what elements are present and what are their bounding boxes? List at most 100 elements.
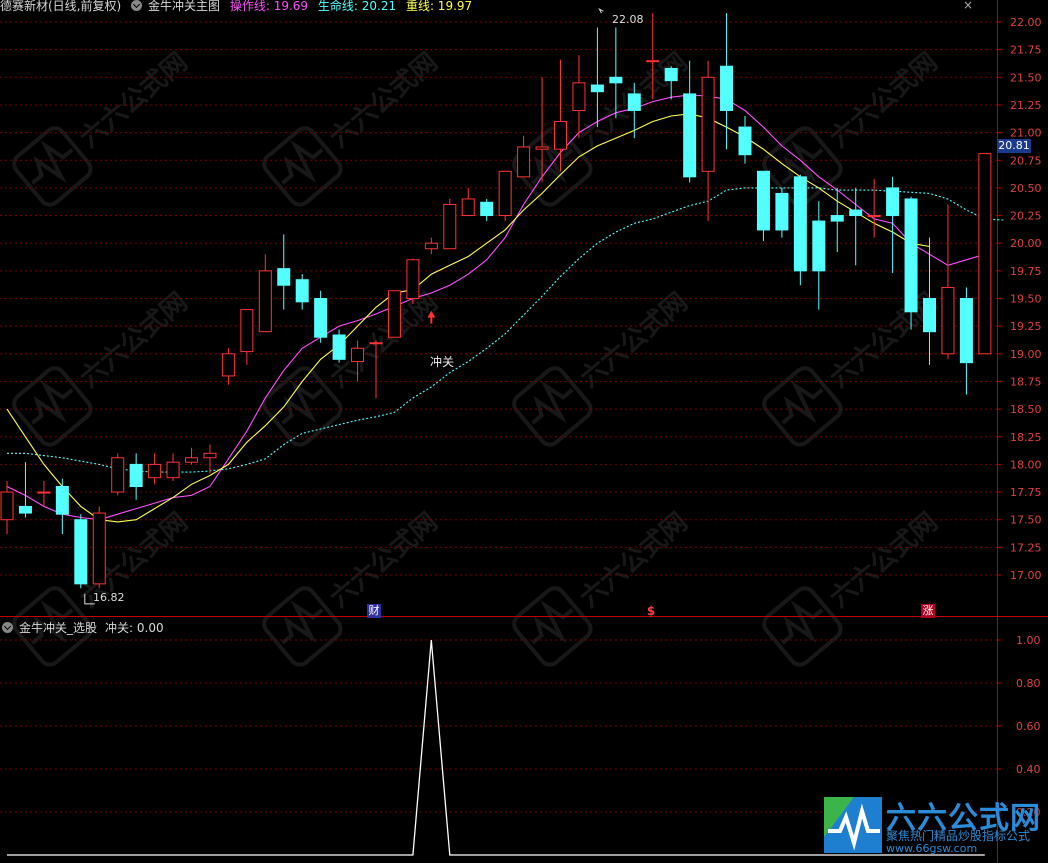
logo-icon xyxy=(824,797,882,853)
tick-label: 18.75 xyxy=(1010,375,1042,388)
candle xyxy=(406,258,420,305)
candle-body xyxy=(129,463,143,488)
candle-body xyxy=(498,170,512,217)
watermark-text: 六六公式网 xyxy=(75,47,194,154)
watermark-tile: 六六公式网 xyxy=(12,287,194,447)
candle xyxy=(74,514,88,589)
candle xyxy=(904,196,918,330)
candle-body xyxy=(756,170,770,231)
candle-body xyxy=(738,126,752,156)
tick-label: 19.50 xyxy=(1010,293,1042,306)
signal-label: 冲关 xyxy=(430,354,454,369)
sub-grid xyxy=(0,639,997,813)
candle-body xyxy=(554,121,567,150)
main-header: 德赛新材(日线,前复权) 金牛冲关主图 操作线: 19.69 生命线: 20.2… xyxy=(0,0,478,14)
price-tag: 20.81 xyxy=(997,139,1031,153)
tick-label: 18.25 xyxy=(1010,431,1042,444)
watermark-text: 六六公式网 xyxy=(575,287,694,394)
candle-body xyxy=(74,519,88,585)
candle-body xyxy=(664,67,678,82)
dropdown-icon[interactable] xyxy=(131,0,143,11)
candle-body xyxy=(221,353,235,377)
signal-value-label: 冲关: 0.00 xyxy=(105,621,164,635)
high-annotation: 22.08 xyxy=(612,13,644,26)
candle-body xyxy=(111,457,125,493)
candle xyxy=(480,198,494,222)
candle xyxy=(240,309,254,365)
watermark-tile: 六六公式网 xyxy=(512,287,694,447)
watermark-text: 六六公式网 xyxy=(825,507,944,614)
candle xyxy=(37,480,51,507)
candle xyxy=(387,290,401,338)
tick-label: 17.25 xyxy=(1010,541,1042,554)
candle-body xyxy=(148,463,162,479)
candle xyxy=(424,237,438,255)
candle-body xyxy=(590,84,604,93)
stock-title[interactable]: 德赛新材(日线,前复权) xyxy=(0,0,121,13)
candle-body xyxy=(55,486,69,515)
candle xyxy=(258,254,272,333)
candle xyxy=(203,444,217,474)
candle-body xyxy=(240,309,254,353)
candle-body xyxy=(461,198,475,217)
tick-label: 18.00 xyxy=(1010,458,1042,471)
badge-cai[interactable]: 财 xyxy=(367,604,381,618)
ops-line-label: 操作线: 19.69 xyxy=(229,0,309,13)
watermark-text: 六六公式网 xyxy=(325,507,444,614)
candle-body xyxy=(627,93,641,111)
close-icon[interactable]: × xyxy=(963,0,973,12)
candle-body xyxy=(812,220,826,272)
candle-body xyxy=(351,347,365,363)
candle xyxy=(111,453,125,496)
candle-body xyxy=(867,215,881,218)
candle xyxy=(775,187,789,238)
candle-body xyxy=(277,268,291,286)
watermark-tile: 六六公式网 xyxy=(262,507,444,667)
tick-label: 0.40 xyxy=(1016,763,1041,776)
candle-body xyxy=(185,457,198,463)
site-logo: 六六公式网 聚焦热门精品炒股指标公式 www.66gsw.com xyxy=(824,793,1042,857)
candle xyxy=(683,60,697,183)
candle-body xyxy=(572,82,586,111)
candle xyxy=(295,274,309,310)
candle xyxy=(867,179,881,238)
main-formula-name[interactable]: 金牛冲关主图 xyxy=(148,0,220,13)
watermark-tile: 六六公式网 xyxy=(762,47,944,207)
tick-label: 1.00 xyxy=(1016,634,1041,647)
candle-body xyxy=(959,298,973,364)
price-axis: 22.00 21.75 21.50 21.25 21.00 20.75 20.50 20.25… xyxy=(0,0,1048,863)
dropdown-icon[interactable] xyxy=(2,622,13,633)
watermark-text: 六六公式网 xyxy=(325,47,444,154)
tick-label: 21.75 xyxy=(1010,44,1042,57)
tick-label: 18.50 xyxy=(1010,403,1042,416)
candle-body xyxy=(0,491,14,521)
candle-body xyxy=(517,146,531,178)
candle xyxy=(443,198,457,250)
candle xyxy=(498,170,512,222)
sub-formula-name[interactable]: 金牛冲关_选股 xyxy=(19,621,97,635)
candle-body xyxy=(830,215,844,222)
badge-zhang[interactable]: 涨 xyxy=(921,604,935,618)
candle xyxy=(793,174,807,286)
badge-dollar[interactable]: $ xyxy=(645,604,657,618)
candle-body xyxy=(480,201,494,217)
watermark-layer: 六六公式网 六六公式网 六六公式网六六公式网 六六公式网 六六公式网 六六公式网六六公式网… xyxy=(12,47,944,667)
tick-label: 19.25 xyxy=(1010,320,1042,333)
tick-label: 20.75 xyxy=(1010,154,1042,167)
candle xyxy=(55,478,69,535)
tick-label: 17.00 xyxy=(1010,569,1042,582)
candle xyxy=(756,170,770,241)
candle-body xyxy=(609,76,623,84)
candle xyxy=(941,204,955,360)
candle-body xyxy=(18,505,32,514)
tick-label: 17.50 xyxy=(1010,514,1042,527)
candle-body xyxy=(332,334,346,360)
candle-body xyxy=(203,452,217,459)
candle xyxy=(277,234,291,310)
tick-label: 21.00 xyxy=(1010,127,1042,140)
candle-body xyxy=(941,286,955,355)
watermark-tile: 六六公式网 xyxy=(762,507,944,667)
candle xyxy=(166,453,180,481)
candle xyxy=(129,453,143,500)
candle-body xyxy=(406,259,420,300)
